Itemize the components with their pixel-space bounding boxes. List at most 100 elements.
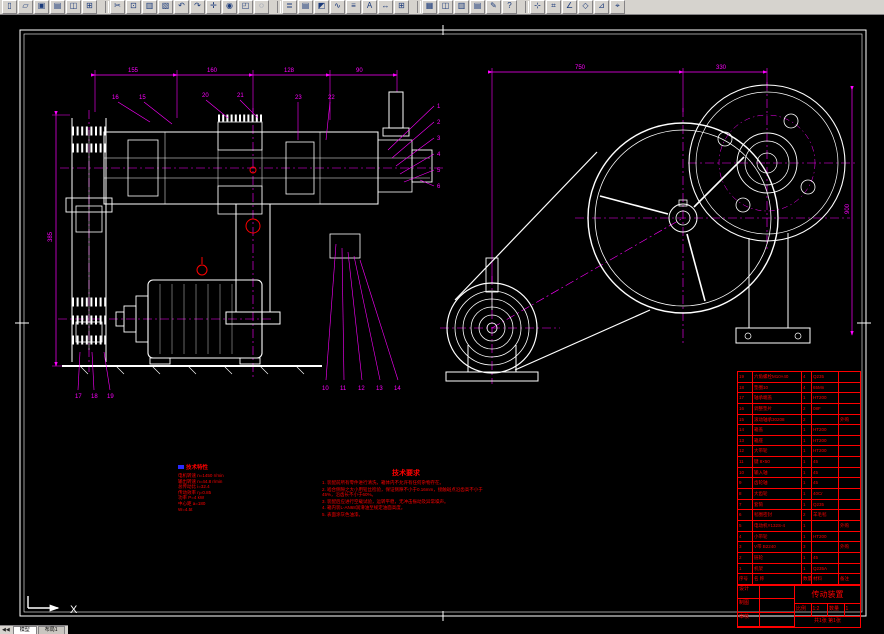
svg-text:19: 19 (107, 394, 114, 400)
svg-text:900: 900 (845, 203, 851, 214)
svg-text:17: 17 (75, 394, 82, 400)
linetype-control[interactable]: ∿ (330, 0, 345, 14)
base-ground (62, 365, 322, 375)
publish[interactable]: ⊞ (82, 0, 97, 14)
toolbar-group-styles: ≣ ▤ ◩ ∿ ≡ A ↔ ⊞ (282, 0, 409, 14)
toolbar-separator (525, 1, 529, 13)
layer-properties[interactable]: ▤ (298, 0, 313, 14)
help[interactable]: ? (502, 0, 517, 14)
bom-row: 15 滚动轴承30208 2 外购 (738, 414, 860, 426)
zoom-realtime[interactable]: ◉ (222, 0, 237, 14)
bom-row: 18 垫圈10 4 65Mn (738, 382, 860, 394)
svg-text:16: 16 (112, 95, 119, 101)
ortho[interactable]: ∠ (562, 0, 577, 14)
svg-text:1: 1 (437, 104, 441, 110)
title-block-row: 设计 (738, 585, 794, 599)
toolbar-group-drafting: ⊹ ⌗ ∠ ◇ ⊿ ⌖ (530, 0, 625, 14)
gear-shaft-assembly (103, 91, 433, 215)
svg-text:11: 11 (340, 386, 347, 392)
new[interactable]: ▯ (2, 0, 17, 14)
toolbar: ▯ ▱ ▣ ▤ ◫ ⊞ ✂ ⊡ ▥ ▧ ↶ ↷ ✛ ◉ ◰ ◌ ≣ ▤ ◩ ∿ ≡ A ↔ ⊞ ▦ ◫ ▥ ▤ ✎? ⊹ ⌗ ∠ ◇ ⊿ ⌖ (0, 0, 884, 15)
top-dimensions: 155 160 128 90 (90, 68, 398, 120)
plot-preview[interactable]: ◫ (66, 0, 81, 14)
title-block-row: 审核 (738, 613, 794, 627)
svg-text:23: 23 (295, 95, 302, 101)
svg-text:330: 330 (716, 65, 727, 71)
table-style[interactable]: ⊞ (394, 0, 409, 14)
zoom-window[interactable]: ◰ (238, 0, 253, 14)
paste[interactable]: ▥ (142, 0, 157, 14)
tool-palettes[interactable]: ▥ (454, 0, 469, 14)
drawing-title: 传动装置 (795, 585, 860, 604)
toolbar-separator (105, 1, 109, 13)
svg-text:2: 2 (437, 120, 441, 126)
toolbar-separator (277, 1, 281, 13)
svg-text:10: 10 (322, 386, 329, 392)
scale-value: 1:2 (812, 604, 828, 616)
match-properties[interactable]: ▧ (158, 0, 173, 14)
svg-text:18: 18 (91, 394, 98, 400)
osnap[interactable]: ⊹ (530, 0, 545, 14)
undo[interactable]: ↶ (174, 0, 189, 14)
left-vertical-dimension: 385 (48, 110, 70, 367)
color-control[interactable]: ◩ (314, 0, 329, 14)
bom-row: 6 毡圈密封 2 羊毛毡 (738, 510, 860, 521)
bom-row: 2 链轮 1 45 (738, 552, 860, 564)
svg-text:160: 160 (207, 68, 218, 74)
properties[interactable]: ▦ (422, 0, 437, 14)
drawing-canvas[interactable]: 155 160 128 90 385 10 11 12 13 14 1 2 3 … (0, 16, 884, 628)
otrack[interactable]: ⊿ (594, 0, 609, 14)
tab-nav-arrows-icon[interactable]: ◀◀ (2, 627, 10, 633)
qty-value: 1 (845, 606, 849, 612)
svg-text:155: 155 (128, 68, 139, 74)
svg-text:4: 4 (437, 152, 441, 158)
legend-title: 技术特性 (186, 465, 209, 471)
tech-req-item: 1. 装配前所有零件进行清洗，箱体内不允许有任何杂物存在。 (322, 480, 445, 485)
bom-row: 7 套筒 1 Q235 (738, 499, 860, 511)
dyn-input[interactable]: ⌖ (610, 0, 625, 14)
copy[interactable]: ⊡ (126, 0, 141, 14)
bom-row: 3 V带 B2240 3 外购 (738, 542, 860, 553)
tech-req-item: 3. 装配后应进行空载试验，运转平稳，无冲击振动及异常噪声。 (322, 498, 449, 504)
text-style[interactable]: A (362, 0, 377, 14)
lineweight-control[interactable]: ≡ (346, 0, 361, 14)
design-center[interactable]: ◫ (438, 0, 453, 14)
dim-style[interactable]: ↔ (378, 0, 393, 14)
layers[interactable]: ≣ (282, 0, 297, 14)
layout-tab-bar: ◀◀ 模型 布局1 (0, 625, 68, 634)
save[interactable]: ▣ (34, 0, 49, 14)
svg-text:750: 750 (575, 65, 586, 71)
svg-text:6: 6 (437, 184, 441, 190)
tech-req-item: 5. 表面涂灰色油漆。 (322, 511, 364, 517)
svg-text:14: 14 (394, 386, 401, 392)
layout-tab[interactable]: 布局1 (37, 626, 65, 634)
toolbar-separator (417, 1, 421, 13)
grid[interactable]: ⌗ (546, 0, 561, 14)
svg-text:12: 12 (358, 386, 365, 392)
zoom-previous[interactable]: ◌ (254, 0, 269, 14)
markup[interactable]: ✎ (486, 0, 501, 14)
plot[interactable]: ▤ (50, 0, 65, 14)
qty-label: 数量 (828, 604, 845, 616)
polar[interactable]: ◇ (578, 0, 593, 14)
pan[interactable]: ✛ (206, 0, 221, 14)
layout-tab[interactable]: 模型 (12, 626, 37, 634)
bom-row: 4 小带轮 1 HT200 (738, 531, 860, 543)
chain-sprocket-column (65, 118, 113, 362)
side-view-dimensions: 750 330 900 (487, 65, 854, 336)
electric-motor (115, 257, 263, 365)
toolbar-group-file: ▯ ▱ ▣ ▤ ◫ ⊞ (2, 0, 97, 14)
legend-block: 技术特性 电机转速 n=1450 r/min 输出转速 n=44.8 r/min 总… (178, 463, 252, 512)
ucs-icon: X (27, 596, 78, 616)
side-view: 750 330 900 (440, 65, 856, 384)
svg-text:385: 385 (48, 231, 54, 242)
redo[interactable]: ↷ (190, 0, 205, 14)
sheet-set-manager[interactable]: ▤ (470, 0, 485, 14)
cut[interactable]: ✂ (110, 0, 125, 14)
bom-row: 11 键 8×50 1 45 (738, 457, 860, 468)
bom-row: 16 调整垫片 2 08F (738, 403, 860, 415)
tech-req-item: 4. 箱内装L-AN68润滑油至规定油面高度。 (322, 505, 406, 511)
open[interactable]: ▱ (18, 0, 33, 14)
bom-row: 8 大齿轮 1 40Cr (738, 489, 860, 500)
svg-text:20: 20 (202, 93, 209, 99)
